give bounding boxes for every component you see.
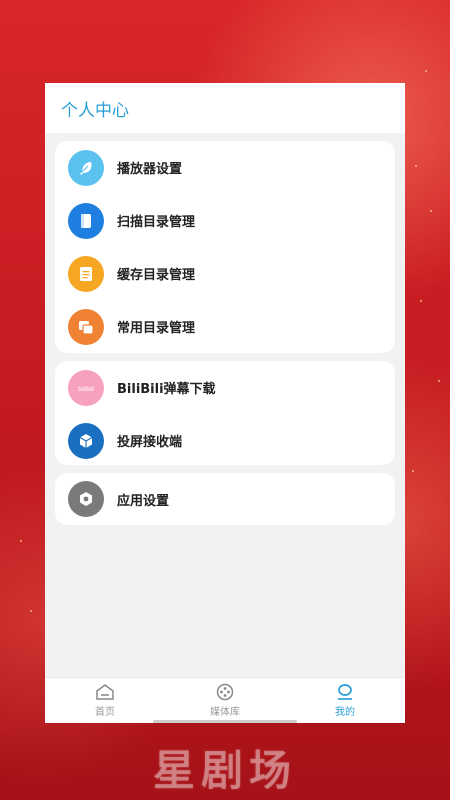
sparkle (30, 610, 32, 612)
item-label: 投屏接收端 (117, 435, 183, 450)
cache-dir-item[interactable]: 缓存目录管理 (55, 247, 395, 300)
nav-media[interactable]: 媒体库 (165, 678, 285, 723)
film-reel-icon (216, 683, 234, 701)
item-label: 播放器设置 (117, 162, 183, 177)
scan-dir-item[interactable]: 扫描目录管理 (55, 194, 395, 247)
item-label: 应用设置 (117, 493, 170, 509)
sparkle (430, 210, 432, 212)
bottom-nav: 首页 媒体库 我的 (45, 677, 405, 723)
item-label: 扫描目录管理 (117, 215, 196, 230)
app-settings-item[interactable]: 应用设置 (55, 473, 395, 525)
folders-icon (68, 308, 104, 345)
feather-icon (68, 149, 104, 186)
sparkle (438, 380, 440, 382)
cube-icon (68, 422, 104, 459)
common-dir-item[interactable]: 常用目录管理 (55, 300, 395, 353)
tools-card: bilibili BiliBili弹幕下载 投屏接收端 (55, 361, 395, 465)
book-icon (68, 202, 104, 239)
app-screen: 个人中心 播放器设置 扫描目录管理 缓存目录管理 常用目录管理 bilibili… (45, 83, 405, 723)
document-icon (68, 255, 104, 292)
cast-receiver-item[interactable]: 投屏接收端 (55, 414, 395, 467)
bilibili-icon: bilibili (68, 369, 104, 406)
home-icon (96, 684, 114, 700)
item-label: 缓存目录管理 (117, 268, 196, 283)
bilibili-danmaku-item[interactable]: bilibili BiliBili弹幕下载 (55, 361, 395, 414)
sparkle (415, 165, 417, 167)
settings-card: 播放器设置 扫描目录管理 缓存目录管理 常用目录管理 (55, 141, 395, 353)
player-settings-item[interactable]: 播放器设置 (55, 141, 395, 194)
sparkle (420, 300, 422, 302)
profile-icon (338, 684, 352, 700)
sparkle (20, 540, 22, 542)
sparkle (425, 70, 427, 72)
header: 个人中心 (45, 83, 405, 133)
item-label: 常用目录管理 (117, 321, 196, 336)
sparkle (412, 470, 414, 472)
watermark-logo: 星剧场 (152, 746, 297, 795)
svg-text:bilibili: bilibili (78, 386, 94, 393)
nav-media-label: 媒体库 (210, 707, 240, 718)
item-label: BiliBili弹幕下载 (117, 382, 216, 397)
settings-icon (68, 481, 104, 517)
home-indicator[interactable] (153, 720, 297, 723)
nav-mine-label: 我的 (335, 707, 355, 718)
page-title: 个人中心 (61, 100, 129, 121)
nav-home-label: 首页 (95, 707, 115, 718)
nav-home[interactable]: 首页 (45, 678, 165, 723)
app-card: 应用设置 (55, 473, 395, 525)
nav-mine[interactable]: 我的 (285, 678, 405, 723)
